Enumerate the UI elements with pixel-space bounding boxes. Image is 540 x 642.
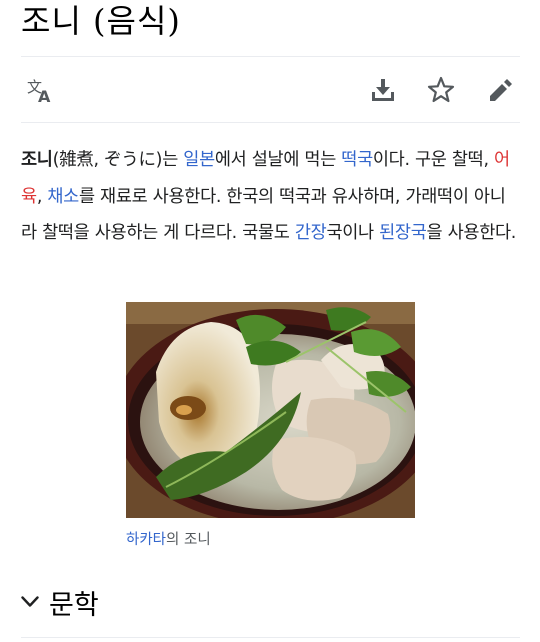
- star-icon: [427, 76, 455, 103]
- section-title: 문학: [49, 589, 99, 621]
- lead-paragraph: 조니(雑煮, ぞうに)는 일본에서 설날에 먹는 떡국이다. 구운 찰떡, 어육…: [21, 142, 521, 252]
- title-divider: [21, 56, 520, 57]
- download-icon: [372, 79, 394, 101]
- zoni-soup-image: [126, 302, 415, 518]
- page-title: 조니 (음식): [21, 2, 181, 40]
- link-hakata[interactable]: 하카타: [126, 532, 166, 548]
- chevron-down-icon: [21, 596, 39, 607]
- edit-button[interactable]: [480, 68, 520, 112]
- toolbar-divider: [21, 122, 520, 123]
- download-button[interactable]: [363, 68, 403, 112]
- translate-icon: 文 A: [27, 78, 51, 105]
- lead-text: (雑煮, ぞうに)는: [52, 150, 184, 170]
- zoni-photo[interactable]: [126, 302, 415, 518]
- lead-text: 을 사용한다.: [426, 223, 517, 243]
- link-japan[interactable]: 일본: [183, 150, 215, 170]
- lead-text: ,: [36, 186, 48, 207]
- link-vegetable[interactable]: 채소: [47, 187, 79, 207]
- lead-text: 이다. 구운 찰떡,: [372, 150, 494, 170]
- link-ganjang[interactable]: 간장: [295, 223, 327, 243]
- page-actions-toolbar: 文 A: [21, 68, 520, 112]
- lead-text: 국이나: [326, 223, 380, 243]
- language-button[interactable]: 文 A: [21, 68, 61, 112]
- link-doenjang-soup[interactable]: 된장국: [379, 223, 427, 243]
- caption-text: 의 조니: [166, 532, 211, 548]
- link-tteokguk[interactable]: 떡국: [341, 150, 373, 170]
- watch-button[interactable]: [421, 68, 461, 112]
- section-header-literature[interactable]: 문학: [21, 582, 99, 622]
- svg-text:A: A: [38, 87, 51, 105]
- figure-caption: 하카타의 조니: [126, 528, 211, 549]
- lead-term: 조니: [21, 150, 53, 170]
- pencil-icon: [490, 79, 512, 101]
- lead-text: 에서 설날에 먹는: [214, 150, 342, 170]
- section-divider: [21, 637, 520, 638]
